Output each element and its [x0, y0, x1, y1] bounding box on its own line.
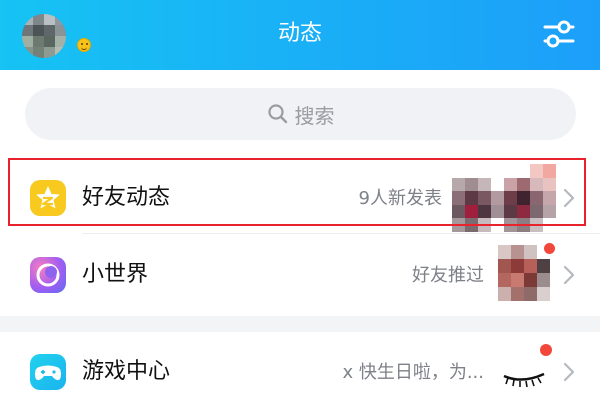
feed-item-subtitle: 9人新发表 — [358, 188, 442, 209]
section-spacer — [0, 316, 600, 332]
feed-item-label: 游戏中心 — [82, 359, 171, 384]
feed-item-small-world[interactable]: 小世界 好友推过 — [0, 243, 600, 311]
feed-item-label: 好友动态 — [82, 185, 171, 210]
chevron-right-icon — [563, 362, 575, 382]
feed-page: 动态 搜索 好友动态 9人新发表 小世界 好友推过 游戏中心 x 快生日啦，为.… — [0, 0, 600, 396]
search-placeholder: 搜索 — [294, 103, 335, 128]
search-bar[interactable]: 搜索 — [25, 88, 576, 140]
friend-photos-thumbnail — [452, 164, 556, 232]
sliders-icon — [543, 20, 575, 48]
feed-item-friend-updates[interactable]: 好友动态 9人新发表 — [0, 164, 600, 232]
top-bar: 动态 — [0, 0, 600, 70]
chevron-right-icon — [563, 188, 575, 208]
small-world-icon — [30, 257, 66, 293]
search-icon — [267, 104, 287, 124]
new-badge-dot — [540, 344, 552, 356]
feed-item-subtitle: 好友推过 — [412, 265, 484, 286]
chevron-right-icon — [563, 265, 575, 285]
gamepad-icon — [30, 354, 66, 390]
new-badge-dot — [544, 243, 555, 254]
small-world-thumbnail — [498, 245, 550, 301]
feed-item-label: 小世界 — [82, 262, 149, 287]
feed-item-game-center[interactable]: 游戏中心 x 快生日啦，为... — [0, 340, 600, 396]
row-divider — [82, 233, 600, 234]
feed-item-subtitle: x 快生日啦，为... — [342, 362, 484, 383]
qzone-star-icon — [30, 180, 66, 216]
filter-settings-button[interactable] — [540, 17, 578, 51]
page-title: 动态 — [277, 21, 322, 46]
